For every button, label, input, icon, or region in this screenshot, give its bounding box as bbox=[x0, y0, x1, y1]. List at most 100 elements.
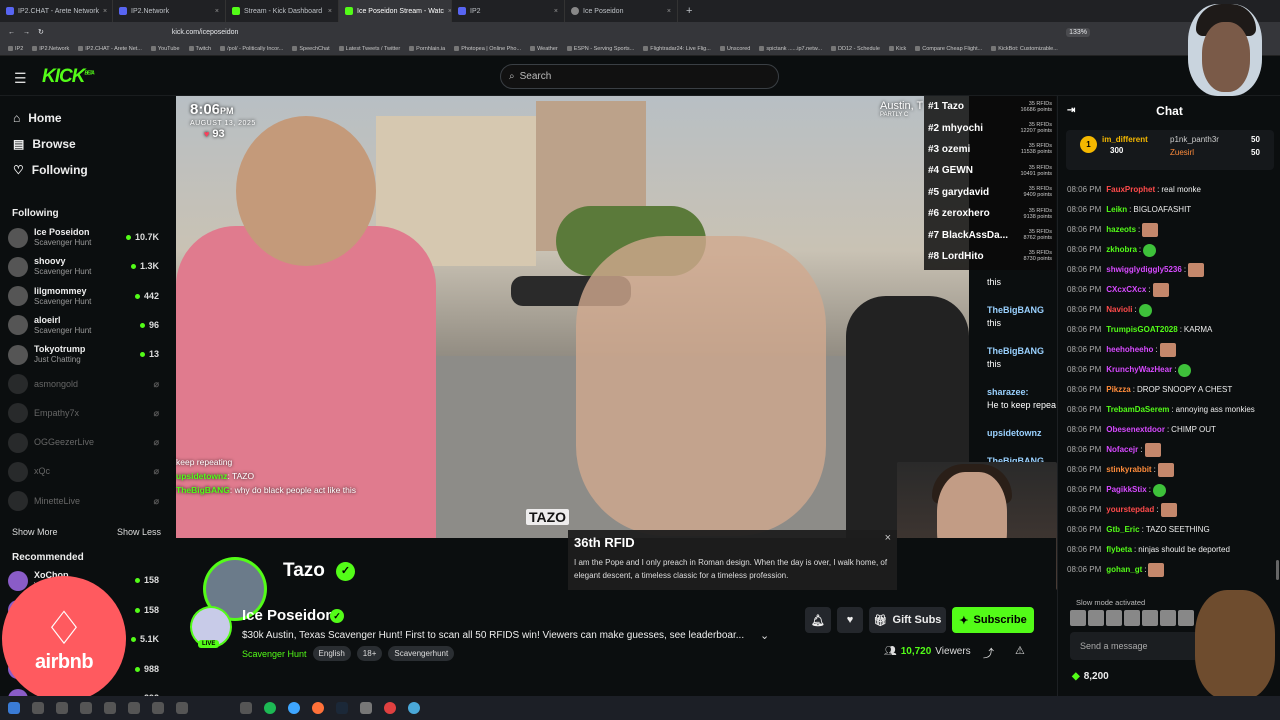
channel-name[interactable]: Ice Poseidon bbox=[242, 607, 335, 624]
emote[interactable] bbox=[1142, 610, 1158, 626]
emote[interactable] bbox=[1106, 610, 1122, 626]
message-username[interactable]: stinkyrabbit bbox=[1106, 465, 1151, 475]
bookmark-item[interactable]: Photopea | Online Pho... bbox=[454, 46, 521, 52]
bookmark-item[interactable]: IP2.Network bbox=[32, 46, 69, 52]
back-icon[interactable]: ← bbox=[8, 29, 15, 36]
message-username[interactable]: FauxProphet bbox=[1106, 185, 1155, 195]
message-username[interactable]: Pikzza bbox=[1106, 385, 1130, 395]
message-username[interactable]: hazeots bbox=[1106, 225, 1136, 235]
bookmark-item[interactable]: Kick bbox=[888, 46, 906, 52]
message-username[interactable]: shwigglydiggly5236 bbox=[1106, 265, 1182, 275]
report-icon[interactable]: ⚠ bbox=[1015, 644, 1025, 657]
sidebar-channel[interactable]: MinetteLive ⌀ bbox=[8, 487, 170, 516]
follow-button[interactable]: ♥ bbox=[837, 607, 863, 633]
reload-icon[interactable]: ↻ bbox=[38, 28, 44, 36]
tag[interactable]: English bbox=[312, 646, 351, 661]
browser-tab[interactable]: IP2 × bbox=[452, 0, 565, 22]
search-input[interactable]: ⌕ Search bbox=[500, 64, 779, 89]
sidebar-channel[interactable]: asmongold ⌀ bbox=[8, 370, 170, 399]
steam-icon[interactable] bbox=[336, 702, 348, 714]
sidebar-channel[interactable]: shoovy Scavenger Hunt 1.3K bbox=[8, 252, 170, 281]
taskbar-app-icon[interactable] bbox=[152, 702, 164, 714]
message-username[interactable]: CXcxCXcx bbox=[1106, 285, 1146, 295]
bookmark-item[interactable]: KickBot: Customizable... bbox=[991, 46, 1058, 52]
taskbar-app-icon[interactable] bbox=[360, 702, 372, 714]
message-username[interactable]: gohan_gt bbox=[1106, 565, 1142, 575]
taskbar-app-icon[interactable] bbox=[32, 702, 44, 714]
bookmark-item[interactable]: /pol/ - Politically Incor... bbox=[220, 46, 283, 52]
gift-subs-button[interactable]: 🎁︎ Gift Subs bbox=[869, 607, 946, 633]
message-username[interactable]: TrebamDaSerem bbox=[1106, 405, 1169, 415]
nav-home[interactable]: ⌂ Home bbox=[0, 105, 176, 131]
message-username[interactable]: KrunchyWazHear bbox=[1106, 365, 1172, 375]
zoom-indicator[interactable]: 133% bbox=[1066, 27, 1090, 37]
message-username[interactable]: zkhobra bbox=[1106, 245, 1137, 255]
taskbar-app-icon[interactable] bbox=[176, 702, 188, 714]
bookmark-item[interactable]: Twitch bbox=[188, 46, 211, 52]
share-icon[interactable]: ⤴ bbox=[983, 645, 994, 661]
sidebar-channel[interactable]: Tokyotrump Just Chatting 13 bbox=[8, 340, 170, 369]
emote[interactable] bbox=[1070, 610, 1086, 626]
message-username[interactable]: yourstepdad bbox=[1106, 505, 1154, 515]
bookmark-item[interactable]: Unscored bbox=[719, 46, 750, 52]
message-username[interactable]: Nofacejr bbox=[1106, 445, 1138, 455]
bookmark-item[interactable]: Compare Cheap Flight... bbox=[915, 46, 982, 52]
browser-tab[interactable]: IP2.Network × bbox=[113, 0, 226, 22]
bookmark-item[interactable]: ESPN - Serving Sports... bbox=[566, 46, 634, 52]
bookmark-item[interactable]: Pornhlain.ia bbox=[409, 46, 445, 52]
taskbar-app-icon[interactable] bbox=[80, 702, 92, 714]
close-tab-icon[interactable]: × bbox=[328, 8, 332, 15]
sidebar-channel[interactable]: Ice Poseidon Scavenger Hunt 10.7K bbox=[8, 223, 170, 252]
bookmark-item[interactable]: DD12 - Schedule bbox=[831, 46, 880, 52]
sidebar-channel[interactable]: aloeirl Scavenger Hunt 96 bbox=[8, 311, 170, 340]
sidebar-channel[interactable]: OGGeezerLive ⌀ bbox=[8, 428, 170, 457]
emote[interactable] bbox=[1088, 610, 1104, 626]
sidebar-channel[interactable]: Empathy7x ⌀ bbox=[8, 399, 170, 428]
message-username[interactable]: Leikn bbox=[1106, 205, 1127, 215]
subscribe-button[interactable]: ✦ Subscribe bbox=[952, 607, 1034, 633]
taskbar-app-icon[interactable] bbox=[408, 702, 420, 714]
tazo-channel-name[interactable]: Tazo bbox=[283, 560, 325, 582]
menu-icon[interactable]: ☰ bbox=[14, 70, 27, 87]
message-username[interactable]: TrumpisGOAT2028 bbox=[1106, 325, 1177, 335]
emote[interactable] bbox=[1124, 610, 1140, 626]
forward-icon[interactable]: → bbox=[23, 29, 30, 36]
taskbar-app-icon[interactable] bbox=[240, 702, 252, 714]
category-link[interactable]: Scavenger Hunt bbox=[242, 649, 307, 659]
notification-button[interactable]: 🔔︎ bbox=[805, 607, 831, 633]
taskbar-app-icon[interactable] bbox=[128, 702, 140, 714]
browser-tab[interactable]: Stream - Kick Dashboard × bbox=[226, 0, 339, 22]
browser-tab[interactable]: Ice Poseidon × bbox=[565, 0, 678, 22]
message-username[interactable]: Gtb_Eric bbox=[1106, 525, 1139, 535]
sidebar-channel[interactable]: lilgmommey Scavenger Hunt 442 bbox=[8, 282, 170, 311]
windows-start-icon[interactable] bbox=[8, 702, 20, 714]
kick-logo[interactable]: KICKBETA bbox=[42, 66, 95, 88]
taskbar-app-icon[interactable] bbox=[56, 702, 68, 714]
nav-browse[interactable]: ▤ Browse bbox=[0, 131, 176, 157]
bookmark-item[interactable]: SpeechChat bbox=[292, 46, 330, 52]
chat-scrollbar[interactable] bbox=[1276, 560, 1279, 580]
message-username[interactable]: Navioli bbox=[1106, 305, 1132, 315]
bookmark-item[interactable]: Weather bbox=[530, 46, 558, 52]
tag[interactable]: Scavengerhunt bbox=[388, 646, 455, 661]
url-field[interactable]: kick.com/iceposeidon bbox=[172, 29, 239, 36]
close-tab-icon[interactable]: × bbox=[554, 8, 558, 15]
sidebar-channel[interactable]: xQc ⌀ bbox=[8, 457, 170, 486]
chrome-icon[interactable] bbox=[288, 702, 300, 714]
bookmark-item[interactable]: spictank ......ip7.netw... bbox=[759, 46, 822, 52]
tag[interactable]: 18+ bbox=[356, 646, 383, 661]
taskbar-app-icon[interactable] bbox=[384, 702, 396, 714]
show-more-button[interactable]: Show More bbox=[12, 527, 58, 537]
message-username[interactable]: Obesenextdoor bbox=[1106, 425, 1165, 435]
new-tab-button[interactable]: + bbox=[678, 5, 700, 17]
browser-tab-active[interactable]: Ice Poseidon Stream - Watc × bbox=[339, 0, 452, 22]
collapse-chat-icon[interactable]: ⇥ bbox=[1067, 105, 1075, 116]
bookmark-item[interactable]: Latest Tweets / Twitter bbox=[338, 46, 400, 52]
close-tab-icon[interactable]: × bbox=[103, 8, 107, 15]
chevron-down-icon[interactable]: ⌄ bbox=[760, 629, 769, 642]
close-tab-icon[interactable]: × bbox=[667, 8, 671, 15]
bookmark-item[interactable]: IP2.CHAT - Arete Net... bbox=[78, 46, 142, 52]
bookmark-item[interactable]: IP2 bbox=[8, 46, 23, 52]
firefox-icon[interactable] bbox=[312, 702, 324, 714]
channel-points[interactable]: 8,200 bbox=[1072, 671, 1109, 682]
